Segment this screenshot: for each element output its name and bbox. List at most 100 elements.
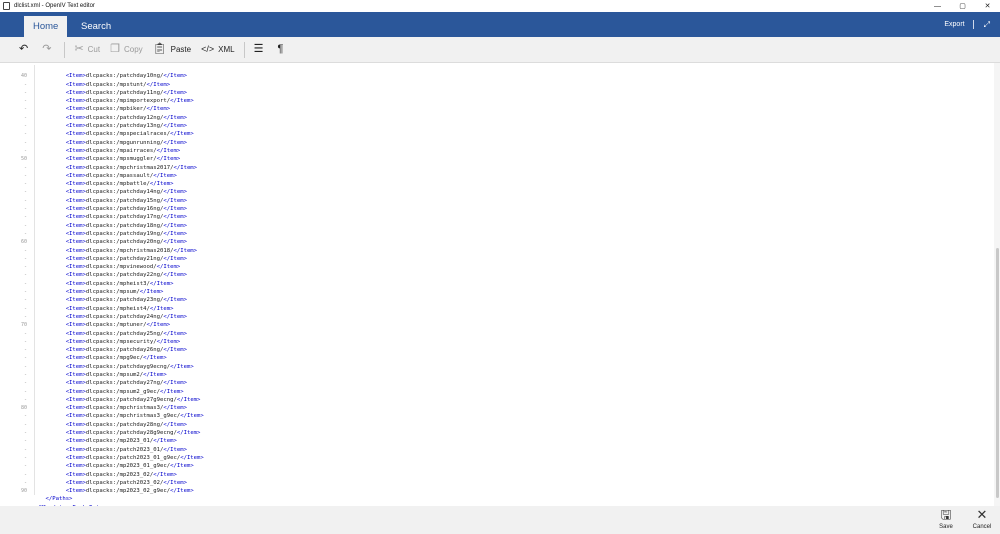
item-close-tag: </Item>	[163, 206, 187, 213]
paste-button[interactable]: 📋︎ Paste	[148, 37, 196, 63]
item-value: dlcpacks:/patchday28g9ecng/	[85, 430, 177, 437]
item-close-tag: </Item>	[163, 330, 187, 337]
line-number: -	[23, 181, 27, 188]
item-close-tag: </Item>	[170, 488, 194, 495]
item-value: dlcpacks:/mpsecurity/	[85, 338, 157, 345]
expand-icon[interactable]: ⤢	[984, 20, 990, 30]
code-line: <Item>dlcpacks:/patchday18ng/</Item>	[32, 222, 994, 230]
scrollbar-thumb[interactable]	[996, 248, 999, 498]
code-line: <Item>dlcpacks:/patchday21ng/</Item>	[32, 255, 994, 263]
text-editor[interactable]: 40- - - - - - - - -50- - - - - - - - -60- - - - - - - - -70- - - - -…	[0, 63, 1000, 506]
toolbar: ↶ ↷ ✂ Cut ❐ Copy 📋︎ Paste </> XML ☰ ¶	[0, 37, 1000, 63]
code-line: <Item>dlcpacks:/mpspecialraces/</Item>	[32, 130, 994, 138]
cancel-button[interactable]: ✕ Cancel	[967, 508, 997, 534]
item-open-tag: <Item>	[65, 272, 86, 279]
item-value: dlcpacks:/mpchristmas2017/	[85, 164, 174, 171]
item-open-tag: <Item>	[65, 330, 86, 337]
item-close-tag: </Item>	[160, 388, 184, 395]
cancel-label: Cancel	[972, 524, 992, 530]
item-close-tag: </Item>	[149, 305, 174, 312]
paths-close-tag: </Paths>	[45, 496, 73, 503]
code-line: <Item>dlcpacks:/mpvinewood/</Item>	[32, 263, 994, 271]
item-value: dlcpacks:/mp2023_02/	[85, 471, 154, 478]
line-number: -	[23, 139, 27, 146]
item-value: dlcpacks:/patchday16ng/	[85, 206, 164, 213]
line-number: -	[23, 421, 27, 428]
item-open-tag: <Item>	[65, 164, 86, 171]
window-controls: — ▢ ✕	[925, 0, 1000, 12]
xml-button[interactable]: </> XML	[196, 37, 239, 63]
save-button[interactable]: 🖫 Save	[931, 508, 961, 534]
item-close-tag: </Item>	[163, 89, 187, 96]
redo-button[interactable]: ↷	[37, 37, 60, 63]
item-open-tag: <Item>	[65, 396, 86, 403]
code-line: <Item>dlcpacks:/mpg9ec/</Item>	[32, 354, 994, 362]
item-close-tag: </Item>	[180, 454, 204, 461]
item-value: dlcpacks:/mpsum2/	[85, 371, 144, 378]
undo-button[interactable]: ↶	[14, 37, 37, 63]
line-number: -	[23, 289, 27, 296]
line-number: -	[23, 222, 27, 229]
item-open-tag: <Item>	[65, 488, 86, 495]
code-line: <Item>dlcpacks:/patch2023_02/</Item>	[32, 479, 994, 487]
code-line: <Item>dlcpacks:/mp2023_01_g9ec/</Item>	[32, 462, 994, 470]
item-close-tag: </Item>	[156, 147, 181, 154]
item-value: dlcpacks:/mpchristmas3/	[85, 405, 164, 412]
item-close-tag: </Item>	[163, 114, 187, 121]
close-button[interactable]: ✕	[975, 0, 1000, 12]
line-number: -	[23, 114, 27, 121]
item-value: dlcpacks:/patch2023_02/	[85, 479, 164, 486]
code-line: <Item>dlcpacks:/patchday20ng/</Item>	[32, 238, 994, 246]
copy-button[interactable]: ❐ Copy	[105, 37, 148, 63]
line-number: -	[23, 255, 27, 262]
minimize-button[interactable]: —	[925, 0, 950, 12]
maximize-button[interactable]: ▢	[950, 0, 975, 12]
code-area[interactable]: <Item>dlcpacks:/patchday10ng/</Item> <It…	[32, 63, 994, 506]
item-close-tag: </Item>	[146, 322, 171, 329]
item-close-tag: </Item>	[163, 405, 187, 412]
item-close-tag: </Item>	[149, 280, 174, 287]
item-close-tag: </Item>	[163, 239, 187, 246]
item-close-tag: </Item>	[146, 106, 171, 113]
pilcrow-icon: ¶	[277, 43, 284, 55]
format-button[interactable]: ☰	[249, 37, 273, 63]
code-line: <Item>dlcpacks:/patchday26ng/</Item>	[32, 346, 994, 354]
item-open-tag: <Item>	[65, 156, 86, 163]
line-number: -	[23, 164, 27, 171]
code-line: <Item>dlcpacks:/mpsecurity/</Item>	[32, 338, 994, 346]
tab-home[interactable]: Home	[24, 16, 68, 37]
cut-button[interactable]: ✂ Cut	[69, 37, 105, 63]
item-value: dlcpacks:/mpsum2_g9ec/	[85, 388, 160, 395]
item-open-tag: <Item>	[65, 297, 86, 304]
item-close-tag: </Item>	[153, 438, 177, 445]
line-number: -	[23, 371, 27, 378]
app-icon	[3, 2, 10, 10]
title-bar: dlclist.xml - OpenIV Text editor — ▢ ✕	[0, 0, 1000, 12]
export-button[interactable]: Export	[944, 21, 964, 28]
item-value: dlcpacks:/patchday18ng/	[85, 222, 164, 229]
line-number: -	[23, 214, 27, 221]
item-value: dlcpacks:/mpairraces/	[85, 147, 157, 154]
window-title: dlclist.xml - OpenIV Text editor	[14, 3, 95, 9]
code-line: <Item>dlcpacks:/patchday15ng/</Item>	[32, 197, 994, 205]
item-close-tag: </Item>	[163, 73, 187, 80]
tab-search[interactable]: Search	[72, 16, 120, 37]
redo-icon: ↷	[42, 43, 52, 55]
item-open-tag: <Item>	[65, 371, 86, 378]
show-whitespace-button[interactable]: ¶	[272, 37, 292, 63]
code-line: <Item>dlcpacks:/patchday27ng/</Item>	[32, 379, 994, 387]
item-open-tag: <Item>	[65, 347, 86, 354]
line-number: -	[23, 330, 27, 337]
item-close-tag: </Item>	[163, 347, 187, 354]
item-value: dlcpacks:/patchday24ng/	[85, 313, 164, 320]
line-number: -	[23, 338, 27, 345]
item-value: dlcpacks:/patchday20ng/	[85, 239, 164, 246]
item-value: dlcpacks:/mpsmuggler/	[85, 156, 157, 163]
item-value: dlcpacks:/patchday19ng/	[85, 230, 164, 237]
format-document-icon: ☰	[253, 43, 264, 55]
item-value: dlcpacks:/patchday21ng/	[85, 255, 164, 262]
vertical-scrollbar[interactable]	[994, 63, 1000, 506]
line-number: 60	[20, 239, 27, 246]
code-line: <Item>dlcpacks:/patchday12ng/</Item>	[32, 114, 994, 122]
code-line: <Item>dlcpacks:/patchday22ng/</Item>	[32, 271, 994, 279]
